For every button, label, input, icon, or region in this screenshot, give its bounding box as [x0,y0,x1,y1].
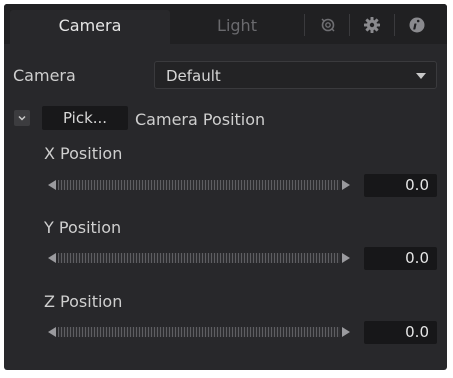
inspector-panel: Camera Light Camera Default Pick... Came… [4,4,447,370]
chevron-down-icon [18,115,26,121]
y-position-slider[interactable] [48,251,350,265]
tab-light[interactable]: Light [172,10,302,44]
x-position-label: X Position [44,144,123,163]
z-position-value[interactable]: 0.0 [364,321,437,344]
slider-ticks [58,180,340,190]
slider-right-arrow-icon [342,253,350,263]
tab-divider [394,14,395,36]
slider-left-arrow-icon [48,180,56,190]
chevron-down-icon [416,73,426,79]
tab-divider [304,14,305,36]
info-icon[interactable] [405,14,429,36]
render-icon[interactable] [316,14,340,36]
slider-right-arrow-icon [342,327,350,337]
x-position-slider[interactable] [48,178,350,192]
camera-label: Camera [13,66,76,85]
camera-dropdown-value: Default [166,67,221,85]
slider-right-arrow-icon [342,180,350,190]
slider-left-arrow-icon [48,253,56,263]
z-position-label: Z Position [44,292,123,311]
slider-left-arrow-icon [48,327,56,337]
pick-button[interactable]: Pick... [42,106,128,130]
camera-position-label: Camera Position [135,110,266,129]
slider-ticks [58,327,340,337]
gear-icon[interactable] [360,14,384,36]
tab-bar: Camera Light [4,4,447,44]
camera-dropdown[interactable]: Default [154,61,437,89]
y-position-label: Y Position [44,218,122,237]
x-position-value[interactable]: 0.0 [364,174,437,197]
tab-divider [349,14,350,36]
tab-camera[interactable]: Camera [10,10,170,44]
y-position-value[interactable]: 0.0 [364,247,437,270]
z-position-slider[interactable] [48,325,350,339]
slider-ticks [58,253,340,263]
expand-toggle[interactable] [14,110,30,126]
